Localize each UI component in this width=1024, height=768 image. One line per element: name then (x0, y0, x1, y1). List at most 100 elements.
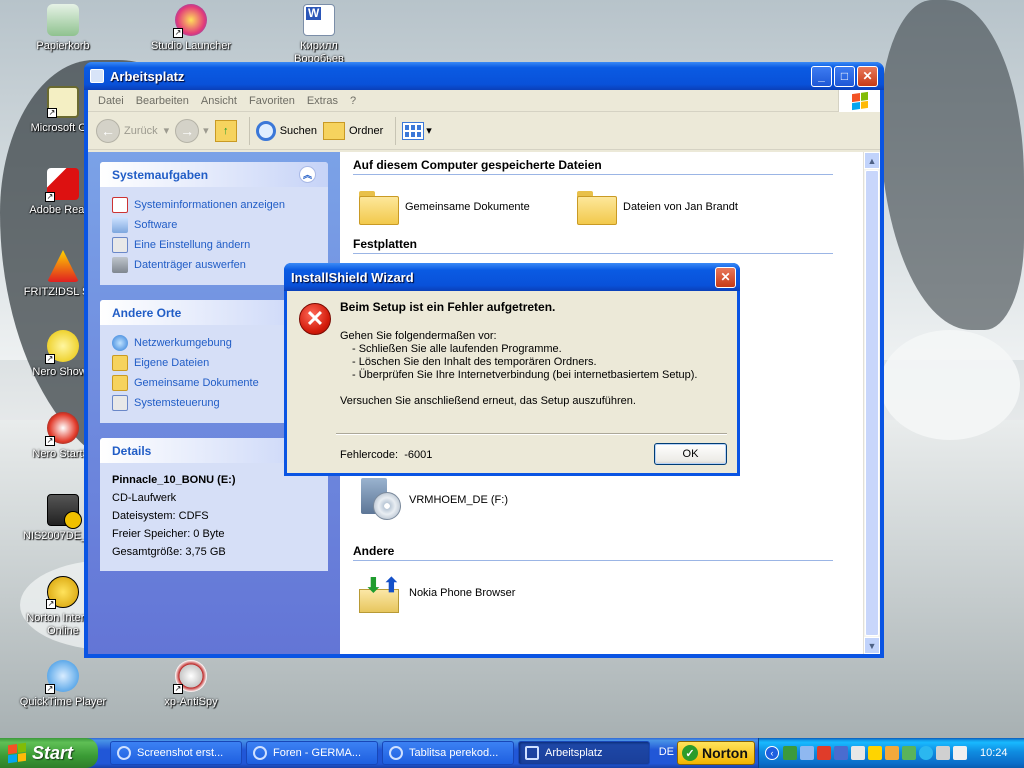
tray-app-icon[interactable] (851, 746, 865, 760)
item-shared-documents[interactable]: Gemeinsame Dokumente (359, 191, 577, 225)
tray-app-icon[interactable] (936, 746, 950, 760)
place-label: Eigene Dateien (134, 357, 210, 369)
system-info-icon (112, 197, 128, 213)
up-folder-button[interactable]: ↑ (214, 119, 237, 142)
back-label: Zurück (124, 124, 158, 137)
norton-button[interactable]: ✓ Norton (677, 741, 755, 765)
computer-icon (90, 69, 104, 83)
ok-button[interactable]: OK (654, 443, 727, 465)
norton-label: Norton (702, 745, 748, 761)
desktop-icon-word-document[interactable]: W Кирилл Воробьев (274, 4, 364, 66)
system-tasks-header[interactable]: Systemaufgaben ︽ (100, 162, 328, 187)
menu-view[interactable]: Ansicht (195, 95, 243, 107)
minimize-button[interactable]: _ (811, 65, 832, 87)
back-button[interactable]: ← Zurück ▾ (96, 118, 169, 143)
desktop-icon-xp-antispy[interactable]: ↗ xp-AntiSpy (146, 660, 236, 709)
panel-title: Andere Orte (112, 305, 182, 320)
error-icon: ✕ (299, 303, 331, 335)
installshield-dialog: InstallShield Wizard ✕ ✕ Beim Setup ist … (284, 263, 740, 476)
dialog-titlebar[interactable]: InstallShield Wizard ✕ (284, 263, 740, 291)
tray-expand-icon[interactable]: ‹ (765, 746, 779, 760)
item-nokia-browser[interactable]: ⬇ ⬆ Nokia Phone Browser (359, 571, 577, 615)
views-icon (402, 121, 425, 140)
task-change-setting[interactable]: Eine Einstellung ändern (112, 235, 316, 255)
search-button[interactable]: Suchen (255, 120, 317, 141)
taskbar-button-forum[interactable]: Foren - GERMA... (246, 741, 378, 765)
task-label: Eine Einstellung ändern (134, 239, 251, 251)
cd-drive-icon (359, 478, 403, 522)
dialog-close-button[interactable]: ✕ (715, 266, 736, 288)
tray-app-icon[interactable] (919, 746, 933, 760)
explorer-titlebar[interactable]: Arbeitsplatz _ □ ✕ (84, 62, 884, 90)
recycle-bin-icon (47, 4, 79, 36)
computer-icon (525, 746, 539, 760)
maximize-button[interactable]: □ (834, 65, 855, 87)
tray-app-icon[interactable] (783, 746, 797, 760)
scroll-down-icon[interactable]: ▼ (864, 637, 880, 654)
windows-flag-icon (8, 742, 26, 764)
section-header-other: Andere (353, 544, 833, 561)
dialog-title: InstallShield Wizard (291, 269, 414, 285)
nis2007-installer-icon (47, 494, 82, 529)
task-system-info[interactable]: Systeminformationen anzeigen (112, 195, 316, 215)
software-icon (112, 217, 128, 233)
folders-button[interactable]: Ordner (323, 121, 383, 140)
search-label: Suchen (279, 124, 317, 137)
error-code-line: Fehlercode: -6001 (340, 449, 432, 461)
language-indicator[interactable]: DE (659, 746, 674, 758)
views-button[interactable]: ▾ (402, 121, 432, 140)
nokia-browser-icon: ⬇ ⬆ (359, 571, 403, 615)
desktop-icon-quicktime[interactable]: ↗ QuickTime Player (18, 660, 108, 709)
clock[interactable]: 10:24 (980, 747, 1008, 759)
forward-button[interactable]: → ▾ (175, 118, 209, 143)
volume-icon[interactable] (953, 746, 967, 760)
norton-globe-icon: ↗ (46, 576, 79, 609)
close-button[interactable]: ✕ (857, 65, 878, 87)
scroll-thumb[interactable] (865, 170, 879, 636)
taskbar: Start Screenshot erst... Foren - GERMA..… (0, 738, 1024, 768)
desktop-icon-label: Studio Launcher (150, 40, 232, 52)
menu-favorites[interactable]: Favoriten (243, 95, 301, 107)
signal-icon[interactable] (868, 746, 882, 760)
desktop-icon-recycle-bin[interactable]: Papierkorb (18, 4, 108, 53)
forward-arrow-icon: → (175, 118, 200, 143)
menu-file[interactable]: Datei (92, 95, 130, 107)
desktop-icon-studio-launcher[interactable]: ↗ Studio Launcher (146, 4, 236, 53)
network-icon[interactable] (800, 746, 814, 760)
dialog-bullet: - Überprüfen Sie Ihre Internetverbindung… (352, 369, 698, 381)
quicktime-icon: ↗ (45, 660, 79, 694)
place-label: Netzwerkumgebung (134, 337, 232, 349)
up-folder-icon: ↑ (214, 119, 237, 142)
taskbar-button-arbeitsplatz[interactable]: Arbeitsplatz (518, 741, 650, 765)
xp-antispy-icon: ↗ (173, 660, 207, 694)
item-drive-f[interactable]: VRMHOEM_DE (F:) (359, 478, 577, 522)
taskbar-button-tablitsa[interactable]: Tablitsa perekod... (382, 741, 514, 765)
tray-app-icon[interactable] (834, 746, 848, 760)
dialog-intro: Gehen Sie folgendermaßen vor: (340, 330, 497, 342)
item-label: Nokia Phone Browser (409, 587, 516, 599)
folders-icon (323, 121, 345, 140)
tray-app-icon[interactable] (902, 746, 916, 760)
item-user-files[interactable]: Dateien von Jan Brandt (577, 191, 795, 225)
taskbar-button-screenshot[interactable]: Screenshot erst... (110, 741, 242, 765)
vertical-scrollbar[interactable]: ▲ ▼ (863, 152, 880, 654)
scroll-up-icon[interactable]: ▲ (864, 152, 880, 169)
tray-app-icon[interactable] (885, 746, 899, 760)
dialog-retry-text: Versuchen Sie anschließend erneut, das S… (340, 395, 636, 407)
task-software[interactable]: Software (112, 215, 316, 235)
ie-icon (117, 746, 131, 760)
taskbar-button-label: Foren - GERMA... (273, 747, 362, 759)
start-label: Start (32, 742, 74, 763)
details-free-space: Freier Speicher: 0 Byte (112, 528, 225, 540)
start-button[interactable]: Start (0, 738, 98, 768)
back-arrow-icon: ← (96, 118, 120, 143)
toolbar-separator (395, 116, 397, 145)
error-code-label: Fehlercode: (340, 449, 399, 461)
system-tray: ‹ 10:24 (758, 738, 1024, 768)
menu-tools[interactable]: Extras (301, 95, 344, 107)
taskbar-button-label: Screenshot erst... (137, 747, 224, 759)
menu-help[interactable]: ? (344, 95, 362, 107)
menu-edit[interactable]: Bearbeiten (130, 95, 195, 107)
tray-app-icon[interactable] (817, 746, 831, 760)
collapse-icon[interactable]: ︽ (299, 166, 316, 183)
